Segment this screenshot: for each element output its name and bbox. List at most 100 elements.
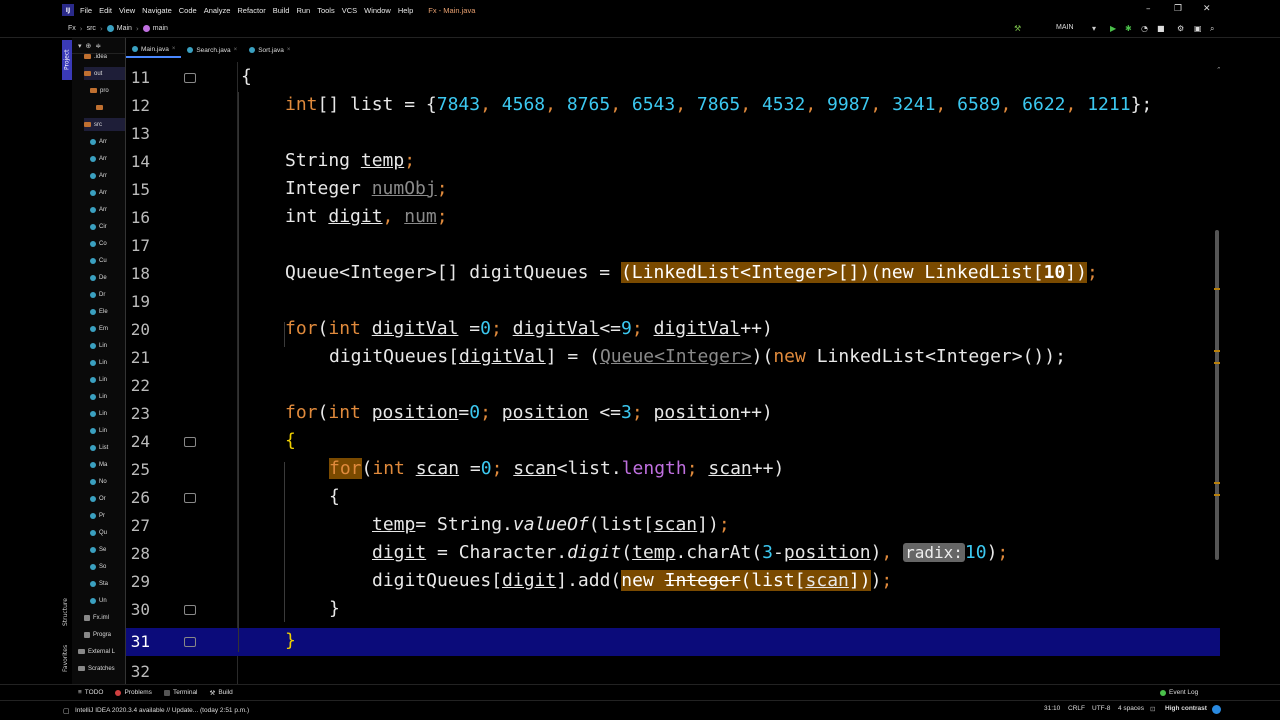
restore-icon[interactable]: ❐ [1174, 4, 1182, 14]
hammer-build-icon[interactable]: ⚒ [1014, 24, 1021, 33]
code-line[interactable]: 16 int digit, num; [126, 204, 1220, 232]
search-icon[interactable]: ⌕ [1210, 24, 1214, 34]
theme-indicator[interactable]: High contrast [1165, 705, 1207, 712]
run-configuration-select[interactable]: MAIN [1056, 24, 1074, 31]
menu-navigate[interactable]: Navigate [142, 6, 172, 15]
menu-code[interactable]: Code [179, 6, 197, 15]
code-line[interactable]: 30 } [126, 596, 1220, 624]
project-structure-icon[interactable]: ▣ [1194, 24, 1202, 33]
project-tree-item[interactable]: Arr [90, 186, 125, 199]
menu-build[interactable]: Build [273, 6, 290, 15]
code-line[interactable]: 18 Queue<Integer>[] digitQueues = (Linke… [126, 260, 1220, 288]
fold-marker-icon[interactable] [184, 605, 196, 615]
project-tree-item[interactable]: pro [90, 84, 125, 97]
project-tree-item[interactable]: Em [90, 322, 125, 335]
indent-setting[interactable]: 4 spaces [1118, 705, 1144, 712]
fold-marker-icon[interactable] [184, 73, 196, 83]
project-tree-item[interactable]: Scratches [78, 662, 125, 675]
terminal-tool-button[interactable]: Terminal [163, 689, 198, 696]
project-tree-item[interactable]: Se [90, 543, 125, 556]
chevron-up-icon[interactable]: ⌃ [1216, 66, 1220, 74]
breadcrumb-src[interactable]: src [87, 25, 96, 32]
menu-vcs[interactable]: VCS [342, 6, 357, 15]
menu-help[interactable]: Help [398, 6, 413, 15]
code-line[interactable]: 24 { [126, 428, 1220, 456]
close-icon[interactable]: × [287, 47, 291, 53]
code-line[interactable]: 27 temp= String.valueOf(list[scan]); [126, 512, 1220, 540]
project-tree-item[interactable]: So [90, 560, 125, 573]
code-line[interactable]: 23 for(int position=0; position <=3; pos… [126, 400, 1220, 428]
favorites-tool-tab[interactable]: Favorites [62, 640, 72, 672]
menu-refactor[interactable]: Refactor [237, 6, 265, 15]
stop-icon[interactable]: ■ [1157, 24, 1165, 33]
error-stripe-marker[interactable] [1214, 288, 1220, 290]
build-tool-button[interactable]: ⚒ Build [210, 689, 233, 697]
error-stripe-marker[interactable] [1214, 494, 1220, 496]
event-log-button[interactable]: Event Log [1160, 689, 1198, 696]
project-tree-item[interactable]: Arr [90, 152, 125, 165]
project-tree-item[interactable]: Ele [90, 305, 125, 318]
fold-marker-icon[interactable] [184, 637, 196, 647]
tab-sort-java[interactable]: Sort.java × [243, 42, 296, 58]
code-line[interactable]: 28 digit = Character.digit(temp.charAt(3… [126, 540, 1220, 568]
project-tree-item[interactable]: Or [90, 492, 125, 505]
menu-run[interactable]: Run [296, 6, 310, 15]
project-tree-item[interactable]: Lin [90, 424, 125, 437]
close-icon[interactable]: × [234, 47, 238, 53]
code-line[interactable]: 20 for(int digitVal =0; digitVal<=9; dig… [126, 316, 1220, 344]
error-stripe-marker[interactable] [1214, 362, 1220, 364]
project-tree-item[interactable]: src [84, 118, 125, 131]
project-tree-item[interactable]: Lin [90, 390, 125, 403]
project-tree-item[interactable]: Co [90, 237, 125, 250]
window-icon[interactable]: ▢ [63, 707, 70, 715]
settings-wrench-icon[interactable]: ⚙ [1177, 24, 1184, 33]
caret-position[interactable]: 31:10 [1044, 705, 1060, 712]
project-tree-item[interactable]: Cir [90, 220, 125, 233]
code-line[interactable]: 17 [126, 232, 1220, 260]
line-separator[interactable]: CRLF [1068, 705, 1085, 712]
project-tree-item[interactable]: De [90, 271, 125, 284]
status-message[interactable]: IntelliJ IDEA 2020.3.4 available // Upda… [75, 707, 249, 714]
lock-icon[interactable]: ⊡ [1150, 705, 1155, 713]
project-tree-item[interactable]: Arr [90, 203, 125, 216]
project-tree-item[interactable]: External L [78, 645, 125, 658]
code-line[interactable]: 15 Integer numObj; [126, 176, 1220, 204]
project-tree-item[interactable]: out [84, 67, 125, 80]
menu-window[interactable]: Window [364, 6, 391, 15]
chevron-down-icon[interactable]: ▾ [1092, 24, 1096, 33]
current-code-line[interactable]: 31 } [126, 628, 1220, 656]
fold-marker-icon[interactable] [184, 437, 196, 447]
code-editor[interactable]: 11 { 12 int[] list = {7843, 4568, 8765, … [126, 62, 1220, 684]
breadcrumb-project[interactable]: Fx [68, 25, 76, 32]
project-tree-item[interactable]: Qu [90, 526, 125, 539]
project-tree-item[interactable]: Progra [84, 628, 125, 641]
project-tree-item[interactable]: List [90, 441, 125, 454]
code-line[interactable]: 12 int[] list = {7843, 4568, 8765, 6543,… [126, 92, 1220, 120]
code-line[interactable]: 21 digitQueues[digitVal] = (Queue<Intege… [126, 344, 1220, 372]
scope-icon[interactable]: ▾ [78, 42, 82, 50]
project-tree-item[interactable]: Un [90, 594, 125, 607]
debug-icon[interactable]: ✱ [1125, 24, 1132, 33]
project-tree-item[interactable]: Lin [90, 356, 125, 369]
code-line[interactable]: 14 String temp; [126, 148, 1220, 176]
breadcrumb-main-method[interactable]: main [153, 25, 168, 32]
notifications-icon[interactable] [1212, 705, 1221, 714]
project-tree-item[interactable]: Lin [90, 373, 125, 386]
tab-main-java[interactable]: Main.java × [126, 42, 182, 58]
vertical-scrollbar[interactable] [1215, 230, 1219, 560]
project-tree-item[interactable]: Cu [90, 254, 125, 267]
breadcrumb-main-class[interactable]: Main [117, 25, 132, 32]
code-line[interactable]: 11 { [126, 64, 1220, 92]
code-line[interactable]: 26 { [126, 484, 1220, 512]
project-tree-item[interactable]: Dr [90, 288, 125, 301]
project-tree-item[interactable] [96, 101, 125, 114]
menu-analyze[interactable]: Analyze [204, 6, 231, 15]
project-tree-item[interactable]: Lin [90, 407, 125, 420]
code-line[interactable]: 22 [126, 372, 1220, 400]
code-line[interactable]: 19 [126, 288, 1220, 316]
collapse-icon[interactable]: ≑ [95, 42, 101, 50]
coverage-icon[interactable]: ◔ [1141, 24, 1148, 33]
run-icon[interactable]: ▶ [1110, 24, 1116, 33]
error-stripe-marker[interactable] [1214, 482, 1220, 484]
project-tree-item[interactable]: Pr [90, 509, 125, 522]
